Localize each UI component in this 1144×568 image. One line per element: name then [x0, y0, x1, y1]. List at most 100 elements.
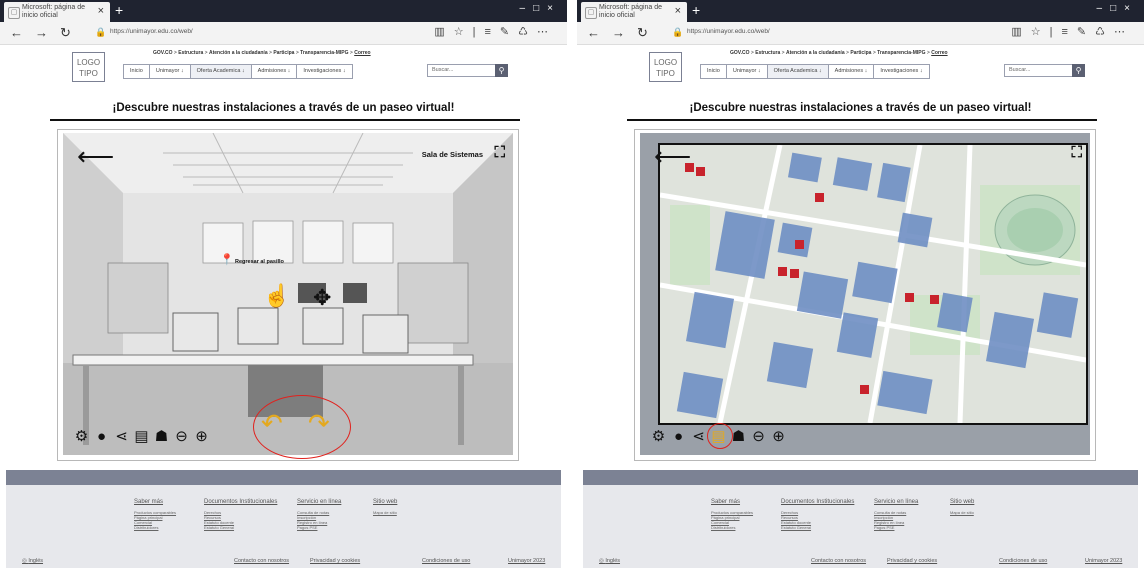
window-controls[interactable]: –□×	[1097, 3, 1138, 14]
footer-heading[interactable]: Servicio en línea	[297, 499, 341, 505]
footer-heading[interactable]: Servicio en línea	[874, 499, 918, 505]
search-icon[interactable]: ⚲	[1072, 64, 1085, 77]
breadcrumb-item[interactable]: Atención a la ciudadanía	[786, 50, 845, 56]
footer-link[interactable]: Distribuidores	[134, 525, 176, 530]
map-graphic	[660, 145, 1086, 423]
vr-icon[interactable]: ●	[670, 429, 687, 445]
breadcrumb-item[interactable]: Transparencia-MIPG	[300, 50, 348, 56]
search-icon[interactable]: ⚲	[495, 64, 508, 77]
menu-item-unimayor[interactable]: Unimayor ↓	[150, 65, 191, 78]
menu-item-admisiones[interactable]: Admisiones ↓	[829, 65, 875, 78]
binoculars-icon[interactable]: ☗	[153, 429, 170, 445]
new-tab-icon[interactable]: +	[115, 2, 123, 18]
search-input[interactable]: Buscar...	[1004, 64, 1074, 77]
page-title: ¡Descubre nuestras instalaciones a travé…	[112, 102, 455, 114]
browser-tab[interactable]: ▢ Microsoft: página de inicio oficial ×	[581, 2, 687, 22]
breadcrumb-item[interactable]: Estructura	[755, 50, 780, 56]
url-field[interactable]: https://unimayor.edu.co/web/	[110, 28, 193, 35]
footer-heading[interactable]: Documentos Institucionales	[781, 499, 854, 505]
footer-heading[interactable]: Sitio web	[950, 499, 974, 505]
share-icon[interactable]: ⋖	[690, 429, 707, 445]
contact-link[interactable]: Contacto con nosotros	[811, 558, 866, 564]
window-controls[interactable]: –□×	[520, 3, 561, 14]
menu-item-oferta[interactable]: Oferta Academica ↓	[190, 65, 252, 78]
footer-link[interactable]: Estatuto General	[204, 525, 277, 530]
refresh-icon[interactable]: ↻	[637, 25, 648, 41]
virtual-tour-viewer[interactable]: ⟵ ⛶ ⚙ ● ⋖ ▤ ☗ ⊖ ⊕	[634, 129, 1096, 461]
site-logo[interactable]: LOGO TIPO	[72, 52, 105, 82]
language-link[interactable]: ◎ Inglés	[22, 558, 43, 564]
terms-link[interactable]: Condiciones de uso	[999, 558, 1047, 564]
breadcrumb: GOV.CO > Estructura > Atención a la ciud…	[153, 50, 371, 56]
menu-item-investigaciones[interactable]: Investigaciones ↓	[874, 65, 928, 78]
language-label[interactable]: Inglés	[605, 558, 620, 564]
close-tab-icon[interactable]: ×	[98, 5, 104, 17]
zoom-in-icon[interactable]: ⊕	[193, 429, 210, 445]
vr-icon[interactable]: ●	[93, 429, 110, 445]
footer-column: Saber más Productos comparables Página p…	[134, 499, 176, 530]
forward-icon[interactable]: →	[612, 25, 625, 40]
back-icon[interactable]: ←	[10, 25, 23, 40]
room-scene[interactable]: ⟵ Sala de Sistemas ⛶ 📍 Regresar al pasil…	[63, 133, 513, 459]
back-icon[interactable]: ←	[587, 25, 600, 40]
breadcrumb-item[interactable]: Participa	[850, 50, 871, 56]
menu-item-oferta[interactable]: Oferta Academica ↓	[767, 65, 829, 78]
footer-link[interactable]: Distribuidores	[711, 525, 753, 530]
footer-link[interactable]: Pagos PSE	[297, 525, 341, 530]
footer-link[interactable]: Mapa de sitio	[950, 510, 974, 515]
campus-map[interactable]	[658, 143, 1088, 425]
settings-icon[interactable]: ⚙	[73, 429, 90, 445]
settings-icon[interactable]: ⚙	[650, 429, 667, 445]
breadcrumb-item[interactable]: GOV.CO	[730, 50, 750, 56]
fullscreen-icon[interactable]: ⛶	[494, 144, 505, 161]
footer-heading[interactable]: Saber más	[134, 499, 176, 505]
back-arrow-icon[interactable]: ⟵	[77, 143, 114, 169]
share-icon[interactable]: ⋖	[113, 429, 130, 445]
back-arrow-icon[interactable]: ⟵	[654, 143, 691, 169]
breadcrumb-item[interactable]: Transparencia-MIPG	[877, 50, 925, 56]
privacy-link[interactable]: Privacidad y cookies	[310, 558, 360, 564]
map-view[interactable]: ⟵ ⛶ ⚙ ● ⋖ ▤ ☗ ⊖ ⊕	[640, 133, 1090, 455]
search-input[interactable]: Buscar...	[427, 64, 497, 77]
breadcrumb-item[interactable]: Atención a la ciudadanía	[209, 50, 268, 56]
footer-heading[interactable]: Sitio web	[373, 499, 397, 505]
new-tab-icon[interactable]: +	[692, 2, 700, 18]
location-pin-icon[interactable]: 📍	[220, 253, 234, 266]
breadcrumb-item[interactable]: Participa	[273, 50, 294, 56]
url-field[interactable]: https://unimayor.edu.co/web/	[687, 28, 770, 35]
menu-item-admisiones[interactable]: Admisiones ↓	[252, 65, 298, 78]
zoom-in-icon[interactable]: ⊕	[770, 429, 787, 445]
language-label[interactable]: Inglés	[28, 558, 43, 564]
breadcrumb-item[interactable]: GOV.CO	[153, 50, 173, 56]
breadcrumb-item[interactable]: Estructura	[178, 50, 203, 56]
forward-icon[interactable]: →	[35, 25, 48, 40]
close-tab-icon[interactable]: ×	[675, 5, 681, 17]
menu-item-inicio[interactable]: Inicio	[124, 65, 150, 78]
contact-link[interactable]: Contacto con nosotros	[234, 558, 289, 564]
language-link[interactable]: ◎ Inglés	[599, 558, 620, 564]
zoom-out-icon[interactable]: ⊖	[750, 429, 767, 445]
footer-link[interactable]: Pagos PSE	[874, 525, 918, 530]
menu-item-investigaciones[interactable]: Investigaciones ↓	[297, 65, 351, 78]
browser-tools[interactable]: ▥☆|≡✎♺⋯	[1011, 25, 1134, 38]
zoom-out-icon[interactable]: ⊖	[173, 429, 190, 445]
footer-heading[interactable]: Saber más	[711, 499, 753, 505]
footer-link[interactable]: Estatuto General	[781, 525, 854, 530]
breadcrumb-item[interactable]: Correo	[354, 50, 370, 56]
browser-tab[interactable]: ▢ Microsoft: página de inicio oficial ×	[4, 2, 110, 22]
map-icon[interactable]: ▤	[133, 429, 150, 445]
hotspot-label[interactable]: Regresar al pasillo	[235, 259, 284, 265]
footer-link[interactable]: Mapa de sitio	[373, 510, 397, 515]
fullscreen-icon[interactable]: ⛶	[1071, 144, 1082, 161]
privacy-link[interactable]: Privacidad y cookies	[887, 558, 937, 564]
footer-heading[interactable]: Documentos Institucionales	[204, 499, 277, 505]
refresh-icon[interactable]: ↻	[60, 25, 71, 41]
lock-icon: 🔒	[672, 27, 684, 37]
breadcrumb-item[interactable]: Correo	[931, 50, 947, 56]
site-logo[interactable]: LOGO TIPO	[649, 52, 682, 82]
menu-item-unimayor[interactable]: Unimayor ↓	[727, 65, 768, 78]
menu-item-inicio[interactable]: Inicio	[701, 65, 727, 78]
virtual-tour-viewer[interactable]: ⟵ Sala de Sistemas ⛶ 📍 Regresar al pasil…	[57, 129, 519, 461]
terms-link[interactable]: Condiciones de uso	[422, 558, 470, 564]
browser-tools[interactable]: ▥☆|≡✎♺⋯	[434, 25, 557, 38]
